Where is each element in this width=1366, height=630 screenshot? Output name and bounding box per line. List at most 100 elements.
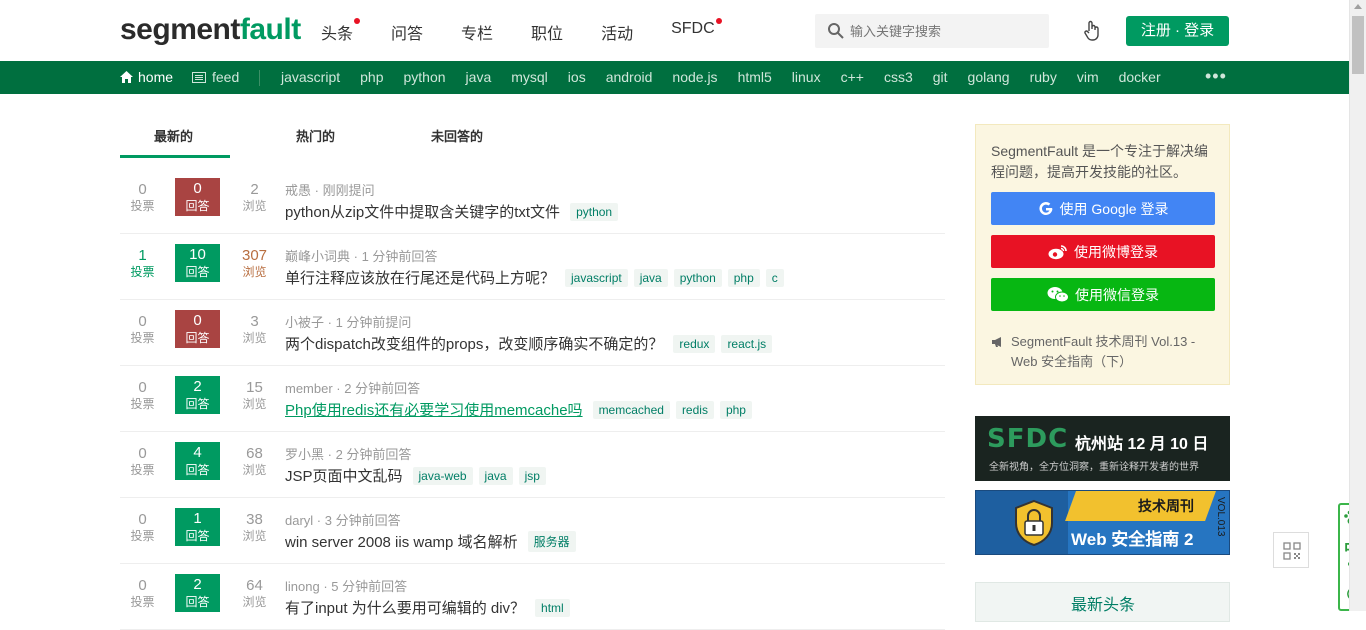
vote-number: 0 [138,511,147,528]
question-author[interactable]: daryl [285,513,313,528]
question-author[interactable]: 巅峰小词典 [285,249,350,264]
tagbar-tag[interactable]: html5 [738,69,772,85]
tagbar-tag[interactable]: mysql [511,69,548,85]
tagbar-tag[interactable]: git [933,69,948,85]
tagbar-tag[interactable]: python [404,69,446,85]
home-link[interactable]: home [120,69,173,85]
more-tags-button[interactable]: ••• [1205,67,1227,85]
question-time[interactable]: 3 分钟前回答 [325,513,401,528]
question-tag[interactable]: javascript [565,268,628,287]
weekly-web-security-banner[interactable]: 技术周刊 Web 安全指南 2 VOL.013 [975,490,1230,555]
tagbar-tag[interactable]: android [606,69,653,85]
nav-item-0[interactable]: 头条 [321,18,361,44]
answer-count: 0 回答 [175,310,220,348]
question-title[interactable]: python从zip文件中提取含关键字的txt文件 [285,201,560,222]
question-tag[interactable]: redux [673,334,716,353]
nav-item-5[interactable]: SFDC [671,18,722,44]
question-tag[interactable]: php [727,268,760,287]
tab-hot[interactable]: 热门的 [296,126,335,145]
question-author[interactable]: 罗小黑 [285,447,324,462]
view-number: 15 [246,379,263,396]
nav-item-2[interactable]: 专栏 [461,20,493,44]
question-author[interactable]: 戒愚 [285,183,311,198]
nav-item-1[interactable]: 问答 [391,20,423,44]
tagbar-tag[interactable]: golang [968,69,1010,85]
vote-count: 0 投票 [120,578,165,610]
nav-item-4[interactable]: 活动 [601,20,633,44]
answer-count: 2 回答 [175,376,220,414]
wechat-login-button[interactable]: 使用微信登录 [991,278,1215,311]
question-tag[interactable]: c [765,268,784,287]
question-title[interactable]: 有了input 为什么要用可编辑的 div？ [285,597,525,618]
question-title[interactable]: JSP页面中文乱码 [285,465,403,486]
question-author[interactable]: member [285,381,333,396]
site-logo[interactable]: segmentfault [120,13,301,47]
answer-label: 回答 [185,397,210,411]
question-title[interactable]: 单行注释应该放在行尾还是代码上方呢？ [285,267,555,288]
question-tag[interactable]: java [633,268,668,287]
question-author[interactable]: linong [285,579,320,594]
question-tag[interactable]: php [719,400,752,419]
question-title[interactable]: Php使用redis还有必要学习使用memcache吗 [285,399,583,420]
home-label: home [138,69,174,85]
scrollbar-thumb[interactable] [1352,16,1364,74]
sfdc-banner-logo: SFDC [987,424,1069,454]
question-title[interactable]: win server 2008 iis wamp 域名解析 [285,531,518,552]
question-time[interactable]: 刚刚提问 [323,183,375,198]
latest-news-title: 最新头条 [1071,597,1136,614]
question-time[interactable]: 2 分钟前回答 [344,381,420,396]
question-tag[interactable]: python [570,202,619,221]
search-box[interactable] [815,14,1049,48]
weekly-notice[interactable]: SegmentFault 技术周刊 Vol.13 - Web 安全指南（下） [991,332,1216,372]
sfdc-hangzhou-banner[interactable]: SFDC 杭州站 12 月 10 日 全新视角，全方位洞察，重新诠释开发者的世界 [975,416,1230,481]
wechat-login-label: 使用微信登录 [1075,286,1159,303]
page-scrollbar[interactable] [1349,0,1366,611]
question-tag[interactable]: 服务器 [527,531,576,552]
qr-code-button[interactable] [1273,532,1309,568]
tagbar-tag[interactable]: vim [1077,69,1099,85]
feed-link[interactable]: feed [192,69,239,85]
question-title-row: Php使用redis还有必要学习使用memcache吗 memcached redi… [285,399,758,420]
wechat-icon [1047,287,1069,303]
question-tag[interactable]: html [535,598,570,617]
weibo-login-button[interactable]: 使用微博登录 [991,235,1215,268]
question-meta: linong · 5 分钟前回答 [285,579,408,594]
question-tag[interactable]: jsp [518,466,546,485]
question-tag[interactable]: memcached [592,400,670,419]
search-input[interactable] [850,14,1045,48]
register-login-button[interactable]: 注册 · 登录 [1126,16,1229,46]
scroll-up-arrow[interactable] [1354,4,1362,9]
question-time[interactable]: 2 分钟前回答 [336,447,412,462]
question-title[interactable]: 两个dispatch改变组件的props，改变顺序确实不确定的？ [285,333,663,354]
question-tag[interactable]: python [673,268,722,287]
question-tag[interactable]: java [478,466,513,485]
tab-unanswered[interactable]: 未回答的 [431,126,483,145]
tagbar-tag[interactable]: ios [568,69,586,85]
nav-item-3[interactable]: 职位 [531,20,563,44]
question-time[interactable]: 1 分钟前提问 [336,315,412,330]
question-author[interactable]: 小被子 [285,315,324,330]
tagbar-tag[interactable]: javascript [281,69,340,85]
top-header: segmentfault 头条 问答 专栏 职位 活动 SFDC 注册 · 登录 [0,0,1349,61]
google-login-button[interactable]: 使用 Google 登录 [991,192,1215,225]
tagbar-tag[interactable]: ruby [1030,69,1057,85]
tagbar-tag[interactable]: c++ [841,69,864,85]
hand-pointer-icon[interactable] [1082,20,1102,42]
question-tag[interactable]: redis [675,400,714,419]
tab-newest[interactable]: 最新的 [154,126,193,145]
question-tag[interactable]: java-web [412,466,473,485]
tagbar-tag[interactable]: php [360,69,383,85]
tagbar-tag[interactable]: css3 [884,69,913,85]
vote-count: 0 投票 [120,314,165,346]
question-row: 0 投票 0 回答 2 浏览 戒愚 · 刚刚提问 python从zip文件中提取含关键字的tx… [120,168,945,234]
tagbar-tag[interactable]: node.js [672,69,717,85]
question-time[interactable]: 5 分钟前回答 [331,579,407,594]
question-time[interactable]: 1 分钟前回答 [362,249,438,264]
tagbar-tag[interactable]: java [466,69,492,85]
lock-shield-icon [1015,499,1053,547]
tagbar-tag[interactable]: docker [1119,69,1161,85]
view-count: 3 浏览 [232,314,277,346]
tagbar-tag[interactable]: linux [792,69,821,85]
feed-label: feed [212,69,240,85]
question-tag[interactable]: react.js [721,334,773,353]
